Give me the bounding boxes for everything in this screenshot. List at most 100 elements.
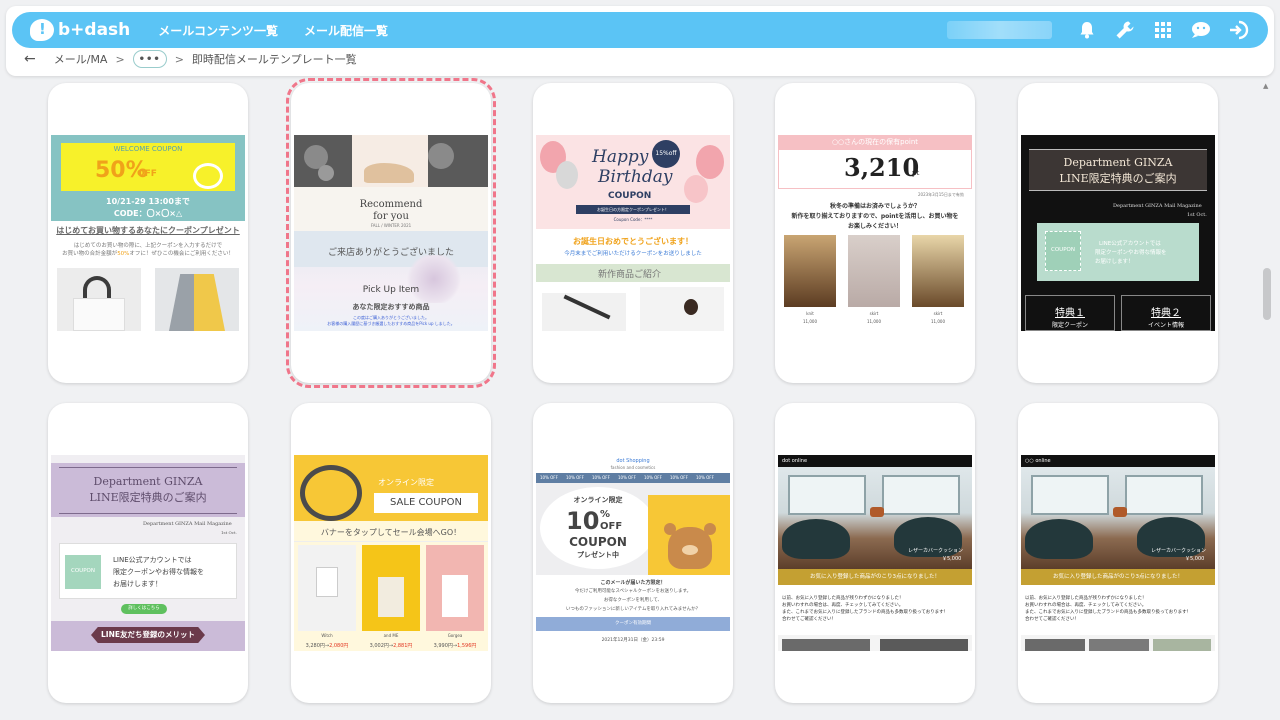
- logo-text: b+dash: [58, 20, 131, 40]
- product-caption: レザーカバークッション: [908, 548, 964, 554]
- template-body-line: お買い物の合計金額が50%オフに！ぜひこの機会にご利用ください！: [62, 251, 234, 257]
- message-line: また、これまでお気に入りに登録したブランドの商品も多数取り扱っております！: [1025, 610, 1192, 615]
- product-name: Witch: [321, 633, 333, 638]
- product-image: [782, 639, 870, 651]
- product-image-knit: [362, 545, 420, 631]
- hero-season: FALL / WINTER 2021: [370, 223, 412, 228]
- template-card-ginza-line-purple[interactable]: Department GINZA LINE限定特典のご案内 Department…: [48, 403, 248, 703]
- message-line: お買いわすれの場合は、再度、チェックしてみてください。: [782, 603, 904, 608]
- sale-coupon-label: SALE COUPON: [374, 493, 478, 513]
- message-line: お得なクーポンを利用して、: [603, 598, 663, 603]
- nav-mail-contents[interactable]: メールコンテンツ一覧: [158, 22, 278, 39]
- template-body-line: はじめてのお買い物の際に、上記クーポンを入力するだけで: [73, 243, 223, 249]
- product-image-tshirt: [298, 545, 356, 631]
- template-preview: オンライン限定 SALE COUPON バナーをタップしてセール会場へGO！ W…: [294, 455, 488, 651]
- template-preview: WELCOME COUPON 50% OFF 10/21-29 13:00まで …: [51, 135, 245, 331]
- message-line: いつものファッションに新しいアイテムを取り入れてみませんか？: [565, 607, 701, 612]
- birthday-title: Birthday: [598, 167, 673, 187]
- app-logo[interactable]: b+dash: [30, 19, 130, 41]
- product-caption: レザーカバークッション: [1151, 548, 1207, 554]
- message-line: 合わせてご確認ください！: [1025, 617, 1079, 622]
- ginza-date: 1st Oct.: [221, 530, 237, 535]
- line-text: お届けします！: [1095, 259, 1134, 265]
- nav-mail-delivery[interactable]: メール配信一覧: [304, 22, 388, 39]
- product-image-bag: [57, 268, 141, 331]
- product-price: ￥5,000: [1185, 556, 1205, 562]
- template-card-birthday[interactable]: Happy Birthday COUPON 15%off お誕生日の方限定クーポ…: [533, 83, 733, 383]
- product-name: Gorgea: [447, 633, 463, 638]
- perk-1: 特典１: [1055, 308, 1085, 319]
- template-card-10off-coupon[interactable]: dot Shopping fashion and cosmetics 10% O…: [533, 403, 733, 703]
- message-line: お買いわすれの場合は、再度、チェックしてみてください。: [1025, 603, 1147, 608]
- template-preview: Recommend for you FALL / WINTER 2021 ご来店…: [294, 135, 488, 331]
- product-price: 3,002円→2,881円: [369, 643, 413, 649]
- ginza-title: LINE限定特典のご案内: [1059, 172, 1177, 185]
- breadcrumb-root[interactable]: メール/MA: [54, 51, 108, 67]
- coupon-code: Coupon Code：****: [613, 217, 653, 222]
- product-image: [1025, 639, 1085, 651]
- perk-1-sub: 限定クーポン: [1051, 322, 1088, 329]
- shop-name: ○○ online: [1025, 458, 1051, 464]
- ginza-date: 1st Oct.: [1187, 212, 1207, 218]
- user-account-name[interactable]: [947, 21, 1052, 39]
- message-line: また、これまでお気に入りに登録したブランドの商品も多数取り扱っております！: [782, 610, 949, 615]
- discount-badge: 15%off: [652, 140, 680, 168]
- low-stock-banner: お気に入り登録した商品がのこり3点になりました！: [778, 569, 972, 585]
- template-card-welcome-coupon[interactable]: WELCOME COUPON 50% OFF 10/21-29 13:00まで …: [48, 83, 248, 383]
- birthday-greeting-sub: 今月末までご利用いただけるクーポンをお送りしました: [564, 251, 702, 257]
- coupon-label: COUPON: [71, 568, 95, 574]
- details-button[interactable]: 詳しくはこちら: [121, 604, 167, 614]
- message-line: 以前、お気に入り登録した商品が残りわずかになりました！: [782, 596, 904, 601]
- line-text: 限定クーポンやお得な情報を: [113, 568, 204, 576]
- template-card-recommend[interactable]: Recommend for you FALL / WINTER 2021 ご来店…: [286, 78, 496, 388]
- template-card-sale-coupon[interactable]: オンライン限定 SALE COUPON バナーをタップしてセール会場へGO！ W…: [291, 403, 491, 703]
- points-title: ○○さんの現在の保有point: [831, 138, 919, 146]
- wrench-icon[interactable]: [1114, 18, 1136, 42]
- back-arrow-icon[interactable]: ←: [24, 51, 36, 67]
- message-line: 合わせてご確認ください！: [782, 617, 836, 622]
- scrollbar-thumb[interactable]: [1263, 268, 1271, 320]
- breadcrumb-ellipsis-button[interactable]: •••: [132, 50, 167, 68]
- birthday-coupon: COUPON: [608, 191, 652, 201]
- template-card-points[interactable]: ○○さんの現在の保有point 3,210 pt 2023年3月15日まで有効 …: [775, 83, 975, 383]
- bear-illustration-icon: [664, 523, 716, 569]
- line-text: お届けします！: [113, 580, 162, 588]
- shop-name: dot Shopping: [616, 458, 650, 464]
- app-header: b+dash メールコンテンツ一覧 メール配信一覧 ← メール/MA >: [6, 6, 1274, 76]
- coupon-validity-button[interactable]: クーポン有効期間: [536, 617, 730, 631]
- product-price: 3,280円→2,080円: [305, 643, 349, 649]
- top-navbar: b+dash メールコンテンツ一覧 メール配信一覧: [12, 12, 1268, 48]
- points-value: 3,210: [844, 153, 920, 182]
- template-card-favorite-low-stock-alt[interactable]: ○○ online レザーカバークッション ￥5,000 お気に入り登録した商品…: [1018, 403, 1218, 703]
- template-card-favorite-low-stock[interactable]: dot online レザーカバークッション ￥5,000 お気に入り登録した商…: [775, 403, 975, 703]
- chat-icon[interactable]: [1190, 18, 1212, 42]
- grid-icon[interactable]: [1152, 18, 1174, 42]
- discount-suffix: OFF: [137, 169, 157, 179]
- section-new-items: 新作商品ご紹介: [598, 270, 662, 280]
- tap-banner-text: バナーをタップしてセール会場へGO！: [320, 528, 462, 537]
- message-line: 以前、お気に入り登録した商品が残りわずかになりました！: [1025, 596, 1147, 601]
- ginza-magazine: Department GINZA Mail Magazine: [143, 521, 232, 527]
- ginza-title: LINE限定特典のご案内: [89, 491, 207, 504]
- online-only-label: オンライン限定: [378, 478, 434, 487]
- bell-icon[interactable]: [1076, 18, 1098, 42]
- welcome-coupon-label: WELCOME COUPON: [113, 145, 183, 153]
- message-line: このメールが届いた方限定！: [600, 580, 666, 586]
- scroll-up-arrow-icon[interactable]: ▲: [1263, 82, 1268, 90]
- template-card-ginza-line-black[interactable]: Department GINZA LINE限定特典のご案内 Department…: [1018, 83, 1218, 383]
- breadcrumb-separator: >: [174, 52, 184, 66]
- scrollbar[interactable]: ▲: [1262, 82, 1272, 720]
- template-preview: dot Shopping fashion and cosmetics 10% O…: [536, 455, 730, 651]
- coupon-label: COUPON: [569, 535, 627, 549]
- coupon-label: COUPON: [1051, 247, 1075, 253]
- template-headline: はじめてお買い物するあなたにクーポンプレゼント: [56, 226, 240, 235]
- ginza-title: Department GINZA: [1063, 156, 1173, 169]
- birthday-happy: Happy: [592, 147, 649, 167]
- product-image: [542, 293, 626, 331]
- perk-2-sub: イベント情報: [1147, 322, 1184, 329]
- shop-name: dot online: [782, 458, 808, 464]
- line-text: 限定クーポンやお得な情報を: [1095, 250, 1167, 256]
- message-line: お楽しみください！: [847, 223, 902, 230]
- logout-icon[interactable]: [1228, 18, 1250, 42]
- product-image-skirt: [912, 235, 964, 307]
